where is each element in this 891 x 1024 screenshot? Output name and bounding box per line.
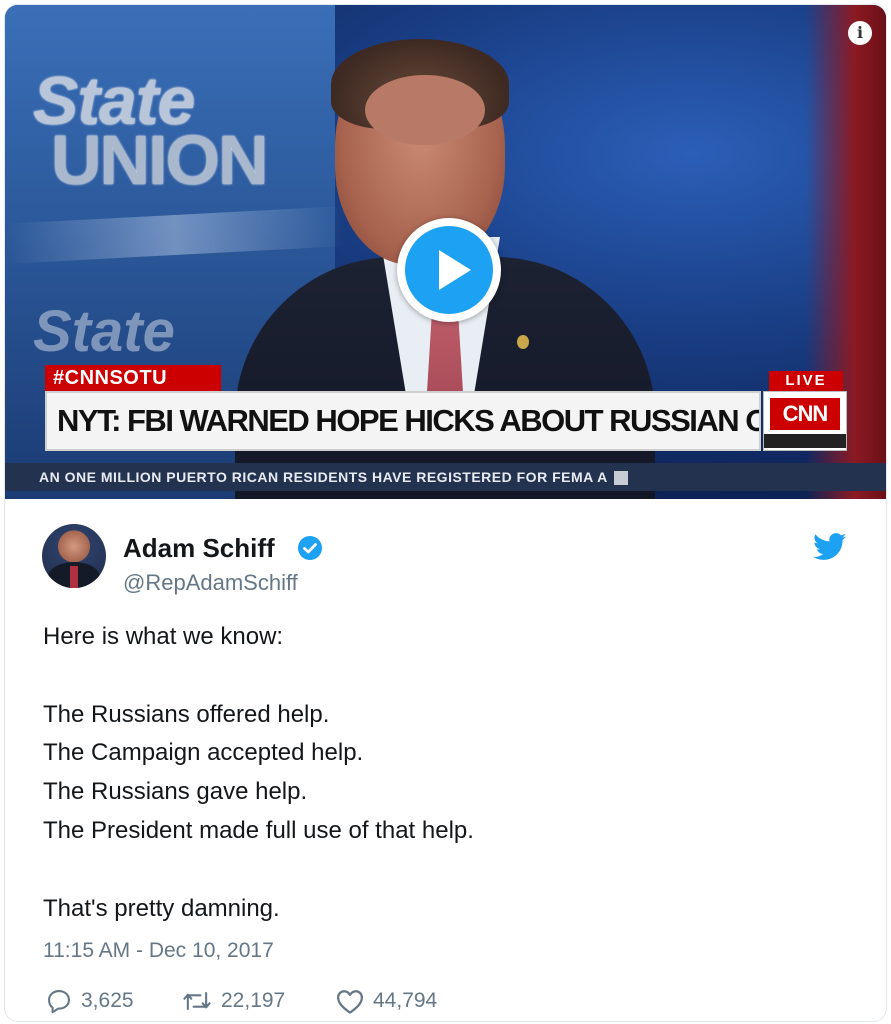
info-icon[interactable]: i: [848, 21, 872, 45]
broadcast-time-strip: [764, 434, 846, 448]
play-button[interactable]: [397, 218, 501, 322]
heart-icon: [337, 990, 363, 1014]
tweet-text-line: That's pretty damning.: [43, 895, 280, 922]
twitter-bird-icon[interactable]: [813, 533, 847, 566]
tweet-text-line: The Russians gave help.: [43, 778, 308, 805]
cnn-logo: CNN: [770, 398, 840, 430]
author-handle[interactable]: @RepAdamSchiff: [123, 570, 298, 596]
reply-button[interactable]: 3,625: [45, 985, 134, 1017]
retweet-count: 22,197: [221, 989, 286, 1012]
chyron-hashtag: #CNNSOTU: [45, 365, 221, 391]
tweet-text-line: Here is what we know:: [43, 623, 284, 650]
chyron-headline: NYT: FBI WARNED HOPE HICKS ABOUT RUSSIAN…: [45, 391, 761, 451]
lapel-pin: [517, 335, 529, 349]
retweet-icon: [183, 991, 211, 1011]
tweet-text-line: The President made full use of that help…: [43, 817, 474, 844]
tweet-timestamp[interactable]: 11:15 AM - Dec 10, 2017: [43, 939, 274, 963]
tweet-text-line: The Campaign accepted help.: [43, 739, 364, 766]
news-ticker: AN ONE MILLION PUERTO RICAN RESIDENTS HA…: [5, 463, 886, 491]
network-logo-box: CNN: [763, 391, 847, 451]
like-count: 44,794: [373, 989, 438, 1012]
play-icon: [405, 226, 493, 314]
show-logo-union: UNION: [51, 121, 269, 199]
video-player[interactable]: State UNION State i #CNNSOTU LIVE NYT: F…: [5, 5, 886, 499]
show-logo-state-faded: State: [33, 299, 175, 364]
author-name[interactable]: Adam Schiff: [123, 533, 275, 564]
like-button[interactable]: 44,794: [335, 985, 437, 1017]
tweet-text-line: The Russians offered help.: [43, 701, 330, 728]
verified-badge-icon: [298, 536, 322, 560]
speaker-face: [365, 75, 485, 145]
tweet-card: State UNION State i #CNNSOTU LIVE NYT: F…: [4, 4, 887, 1022]
reply-count: 3,625: [81, 989, 134, 1012]
ticker-show-tag: [613, 471, 629, 486]
live-badge: LIVE: [769, 371, 843, 391]
avatar[interactable]: [42, 524, 106, 588]
retweet-button[interactable]: 22,197: [181, 985, 285, 1017]
reply-icon: [48, 990, 70, 1014]
ticker-text: AN ONE MILLION PUERTO RICAN RESIDENTS HA…: [39, 469, 608, 485]
